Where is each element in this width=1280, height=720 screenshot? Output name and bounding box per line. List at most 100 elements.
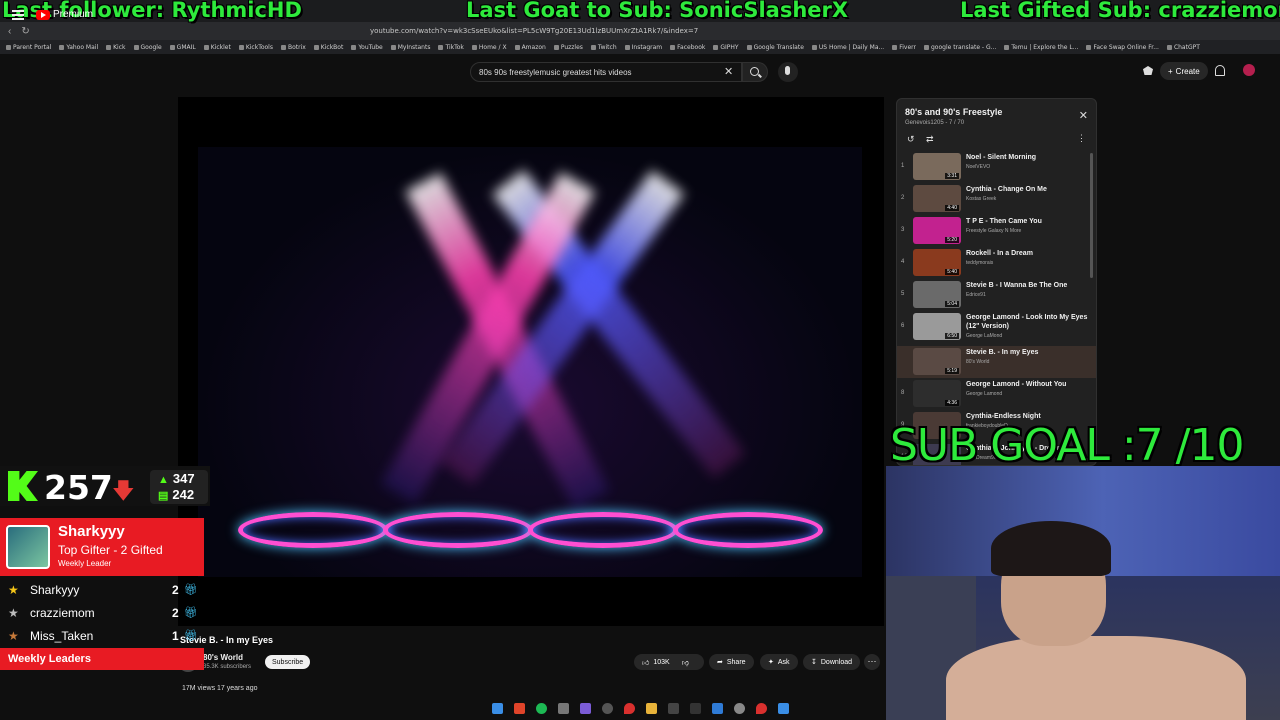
app-icon[interactable]	[690, 703, 701, 714]
bookmark-item[interactable]: Instagram	[624, 43, 663, 51]
playlist-item[interactable]: 5:19 Stevie B. - In my Eyes 80's World	[897, 346, 1096, 378]
playlist-item-title: Stevie B. - In my Eyes	[966, 349, 1039, 356]
bookmark-icon	[106, 44, 112, 50]
playlist-item[interactable]: 6 6:50 George Lamond - Look Into My Eyes (…	[897, 311, 1096, 346]
playlist-item-artist: teddymorais	[966, 260, 994, 266]
app-icon[interactable]	[668, 703, 679, 714]
search-input[interactable]: 80s 90s freestylemusic greatest hits vid…	[470, 62, 742, 82]
back-icon[interactable]: ‹	[8, 26, 11, 37]
pin-icon[interactable]	[756, 703, 767, 714]
loop-icon[interactable]: ↺	[907, 134, 915, 145]
bookmark-icon	[746, 44, 752, 50]
folder-icon[interactable]	[646, 703, 657, 714]
shuffle-icon[interactable]: ⇄	[926, 134, 934, 145]
bookmark-item[interactable]: Kicklet	[203, 44, 231, 51]
bookmark-item[interactable]: GIPHY	[713, 43, 739, 51]
account-avatar[interactable]	[1243, 64, 1255, 76]
settings-icon[interactable]	[734, 703, 745, 714]
bookmark-item[interactable]: KickTools	[238, 44, 273, 51]
bookmark-item[interactable]: Temu | Explore the L...	[1004, 44, 1078, 51]
playlist-item-artist: Freestyle Galaxy N More	[966, 228, 1022, 234]
playlist-item[interactable]: 3 5:20 T P E - Then Came You Freestyle Gala…	[897, 215, 1096, 247]
app-icon[interactable]	[712, 703, 723, 714]
bookmark-item[interactable]: Yahoo Mail	[59, 44, 98, 51]
playlist-item[interactable]: 4 5:40 Rockell - In a Dream teddymorais	[897, 247, 1096, 279]
bookmark-label: TikTok	[445, 43, 464, 51]
bookmark-item[interactable]: Google Translate	[746, 44, 804, 51]
bookmark-item[interactable]: Parent Portal	[6, 44, 51, 51]
pin-icon[interactable]	[624, 703, 635, 714]
close-icon[interactable]: ✕	[724, 65, 733, 78]
playlist-item[interactable]: 1 3:31 Noel - Silent Morning NoelVEVO	[897, 151, 1096, 183]
bookmark-item[interactable]: Botrix	[280, 44, 306, 51]
playlist-item-thumbnail: 5:40	[913, 249, 961, 276]
spotify-icon[interactable]	[536, 703, 547, 714]
channel-name[interactable]: 80's World	[203, 653, 243, 662]
bookmark-label: Google	[140, 43, 162, 51]
ask-button[interactable]: ✦ Ask	[760, 654, 798, 670]
address-bar: ‹ ↻ youtube.com/watch?v=wk3cSseEUko&list…	[0, 22, 1280, 40]
bookmark-item[interactable]: Facebook	[670, 44, 705, 51]
sub-goal-overlay: SUB GOAL :7 /10	[890, 420, 1244, 471]
more-options-icon[interactable]: ⋮	[1077, 133, 1086, 144]
bookmark-item[interactable]: YouTube	[351, 43, 383, 51]
app-icon[interactable]	[558, 703, 569, 714]
cast-icon[interactable]	[1143, 66, 1153, 75]
kick-follower-count: 257	[44, 468, 113, 507]
bookmark-label: YouTube	[358, 43, 383, 51]
bookmark-item[interactable]: US Home | Daily Ma...	[811, 44, 884, 51]
webcam-person-body	[946, 636, 1246, 720]
like-button[interactable]: 👍︎ 103K 👎︎	[634, 654, 704, 670]
bookmark-item[interactable]: KickBot	[313, 44, 343, 51]
menu-icon[interactable]	[12, 10, 24, 20]
bell-icon[interactable]	[1215, 65, 1225, 76]
app-icon[interactable]	[778, 703, 789, 714]
reload-icon[interactable]: ↻	[21, 26, 29, 37]
download-button[interactable]: ↧ Download	[803, 654, 861, 670]
browser-icon[interactable]	[514, 703, 525, 714]
bookmark-item[interactable]: Amazon	[514, 44, 546, 51]
more-options-icon[interactable]: ⋯	[864, 654, 880, 670]
bookmark-item[interactable]: Home / X	[471, 44, 507, 51]
playlist-scrollbar[interactable]	[1090, 153, 1093, 278]
playlist-item[interactable]: 2 4:40 Cynthia - Change On Me Kostas Greek	[897, 183, 1096, 215]
bookmark-item[interactable]: Google	[133, 43, 162, 51]
search-button[interactable]	[742, 62, 768, 82]
create-button[interactable]: + Create	[1160, 62, 1208, 80]
bookmark-item[interactable]: MyInstants	[390, 44, 430, 51]
mic-icon[interactable]	[778, 62, 798, 82]
windows-start-icon[interactable]	[492, 703, 503, 714]
bookmark-item[interactable]: Face Swap Online Fr...	[1086, 44, 1159, 51]
close-icon[interactable]: ✕	[1079, 109, 1088, 122]
bookmark-item[interactable]: Puzzles	[553, 44, 583, 51]
share-button[interactable]: ➦ Share	[709, 654, 754, 670]
playlist-item-duration: 4:36	[945, 400, 959, 406]
url-field[interactable]: youtube.com/watch?v=wk3cSseEUko&list=PL5…	[370, 27, 698, 35]
view-count: 17M views 17 years ago	[182, 685, 258, 692]
bookmark-item[interactable]: Fiverr	[892, 44, 916, 51]
playlist-item[interactable]: 5 5:04 Stevie B - I Wanna Be The One Edrice…	[897, 279, 1096, 311]
bookmark-label: Instagram	[631, 43, 663, 51]
bookmark-item[interactable]: Kick	[106, 44, 126, 51]
playlist-item-title: T P E - Then Came You	[966, 218, 1042, 225]
app-icon[interactable]	[602, 703, 613, 714]
bookmark-item[interactable]: google translate - G...	[923, 44, 996, 51]
playlist-title[interactable]: 80's and 90's Freestyle	[905, 107, 1088, 117]
bookmark-icon	[1086, 44, 1092, 50]
bookmark-item[interactable]: TikTok	[438, 43, 464, 51]
bookmark-item[interactable]: GMAIL	[169, 44, 196, 51]
subscribe-button[interactable]: Subscribe	[265, 655, 311, 669]
bookmark-item[interactable]: ChatGPT	[1166, 43, 1200, 51]
app-icon[interactable]	[580, 703, 591, 714]
thumbs-down-icon[interactable]: 👎︎	[682, 658, 689, 667]
bookmark-label: GIPHY	[720, 43, 739, 51]
playlist-item-artist: Edrice91	[966, 292, 986, 298]
youtube-logo[interactable]: Premium	[36, 9, 93, 20]
bookmark-label: ChatGPT	[1173, 43, 1200, 51]
video-player[interactable]	[178, 97, 884, 626]
playlist-item-number: 6	[901, 323, 905, 329]
playlist-item-text: Stevie B - I Wanna Be The One Edrice91	[966, 279, 1091, 298]
star-icon: ★	[8, 628, 19, 643]
bookmark-item[interactable]: Twitch	[590, 44, 617, 51]
playlist-item[interactable]: 8 4:36 George Lamond - Without You George L…	[897, 378, 1096, 410]
